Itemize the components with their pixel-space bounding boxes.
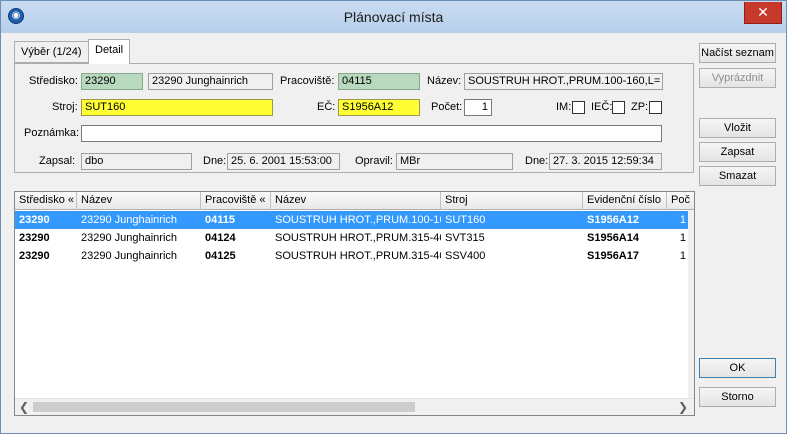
window-title: Plánovací místa <box>343 9 444 25</box>
scroll-right-icon[interactable]: ❯ <box>678 400 688 414</box>
cell-nazev-strediska: 23290 Junghainrich <box>81 250 178 262</box>
cell-stredisko: 23290 <box>19 214 50 226</box>
pocet-label: Počet: <box>431 101 463 113</box>
dne-opravil-label: Dne: <box>525 155 549 167</box>
title-bar[interactable]: ◉ Plánovací místa ✕ <box>1 1 786 33</box>
cell-nazev-pracoviste: SOUSTRUH HROT.,PRUM.315-40... <box>275 250 441 262</box>
nazev-field: SOUSTRUH HROT.,PRUM.100-160,L= <box>464 73 663 90</box>
horizontal-scrollbar[interactable]: ❮ ❯ <box>15 398 694 415</box>
cell-pocet: 1 <box>679 232 686 244</box>
col-pracoviste[interactable]: Pracoviště « <box>201 192 271 210</box>
tab-vyber[interactable]: Výběr (1/24) <box>14 41 89 63</box>
cell-pracoviste: 04125 <box>205 250 236 262</box>
cell-stroj: SUT160 <box>445 214 486 226</box>
stredisko-label: Středisko: <box>29 75 78 87</box>
cell-stroj: SVT315 <box>445 232 485 244</box>
horizontal-scroll-thumb[interactable] <box>33 402 415 412</box>
dne-zapsal-label: Dne: <box>203 155 227 167</box>
col-stredisko[interactable]: Středisko « <box>15 192 77 210</box>
cell-evidencni-cislo: S1956A14 <box>587 232 639 244</box>
results-grid[interactable]: Středisko « Název Pracoviště « Název Str… <box>14 191 695 416</box>
im-checkbox[interactable] <box>572 101 585 114</box>
iec-checkbox[interactable] <box>612 101 625 114</box>
opravil-label: Opravil: <box>355 155 393 167</box>
col-stroj[interactable]: Stroj <box>441 192 583 210</box>
zp-checkbox[interactable] <box>649 101 662 114</box>
col-pocet[interactable]: Poč <box>667 192 694 210</box>
poznamka-field[interactable] <box>81 125 662 142</box>
ok-button[interactable]: OK <box>699 358 776 378</box>
scroll-left-icon[interactable]: ❮ <box>19 400 29 414</box>
stredisko-name-field: 23290 Junghainrich <box>148 73 273 90</box>
cell-stredisko: 23290 <box>19 250 50 262</box>
col-evidencni-cislo[interactable]: Evidenční číslo <box>583 192 667 210</box>
cell-evidencni-cislo: S1956A17 <box>587 250 639 262</box>
client-area: Výběr (1/24) Detail Středisko: 23290 232… <box>8 33 780 428</box>
cell-pracoviste: 04124 <box>205 232 236 244</box>
stredisko-code-field[interactable]: 23290 <box>81 73 143 90</box>
opravil-field: MBr <box>396 153 513 170</box>
table-row[interactable]: 23290 23290 Junghainrich 04125 SOUSTRUH … <box>15 247 690 265</box>
cell-pracoviste: 04115 <box>205 214 235 226</box>
pracoviste-code-field[interactable]: 04115 <box>338 73 420 90</box>
pocet-field[interactable]: 1 <box>464 99 492 116</box>
storno-button[interactable]: Storno <box>699 387 776 407</box>
detail-panel: Středisko: 23290 23290 Junghainrich Prac… <box>14 63 694 173</box>
cell-nazev-strediska: 23290 Junghainrich <box>81 232 178 244</box>
cell-stredisko: 23290 <box>19 232 50 244</box>
dialog-window: ◉ Plánovací místa ✕ Výběr (1/24) Detail … <box>0 0 787 434</box>
cell-pocet: 1 <box>679 214 686 226</box>
pracoviste-label: Pracoviště: <box>280 75 335 87</box>
zapsal-label: Zapsal: <box>39 155 76 167</box>
cell-stroj: SSV400 <box>445 250 486 262</box>
close-button[interactable]: ✕ <box>744 2 782 24</box>
tab-detail[interactable]: Detail <box>88 39 131 64</box>
nacist-seznam-button[interactable]: Načíst seznam <box>699 43 776 63</box>
ec-field[interactable]: S1956A12 <box>338 99 420 116</box>
cell-evidencni-cislo: S1956A12 <box>587 214 639 226</box>
im-label: IM: <box>556 101 572 113</box>
grid-header: Středisko « Název Pracoviště « Název Str… <box>15 192 694 210</box>
vertical-scrollbar[interactable] <box>688 210 694 399</box>
dne-zapsal-field: 25. 6. 2001 15:53:00 <box>227 153 340 170</box>
zp-label: ZP: <box>631 101 649 113</box>
iec-label: IEČ: <box>591 101 613 113</box>
col-nazev-strediska[interactable]: Název <box>77 192 201 210</box>
nazev-label: Název: <box>427 75 462 87</box>
table-row[interactable]: 23290 23290 Junghainrich 04115 SOUSTRUH … <box>15 211 690 229</box>
vlozit-button[interactable]: Vložit <box>699 118 776 138</box>
cell-nazev-pracoviste: SOUSTRUH HROT.,PRUM.315-40... <box>275 232 441 244</box>
stroj-label: Stroj: <box>52 101 78 113</box>
zapsal-field: dbo <box>81 153 192 170</box>
cell-pocet: 1 <box>679 250 686 262</box>
stroj-field[interactable]: SUT160 <box>81 99 273 116</box>
cell-nazev-strediska: 23290 Junghainrich <box>81 214 178 226</box>
col-nazev-pracoviste[interactable]: Název <box>271 192 441 210</box>
table-row[interactable]: 23290 23290 Junghainrich 04124 SOUSTRUH … <box>15 229 690 247</box>
dne-opravil-field: 27. 3. 2015 12:59:34 <box>549 153 662 170</box>
ec-label: EČ: <box>317 101 336 113</box>
vyprazdnit-button[interactable]: Vyprázdnit <box>699 68 776 88</box>
poznamka-label: Poznámka: <box>24 127 80 139</box>
cell-nazev-pracoviste: SOUSTRUH HROT.,PRUM.100-16... <box>275 214 441 226</box>
zapsat-button[interactable]: Zapsat <box>699 142 776 162</box>
smazat-button[interactable]: Smazat <box>699 166 776 186</box>
